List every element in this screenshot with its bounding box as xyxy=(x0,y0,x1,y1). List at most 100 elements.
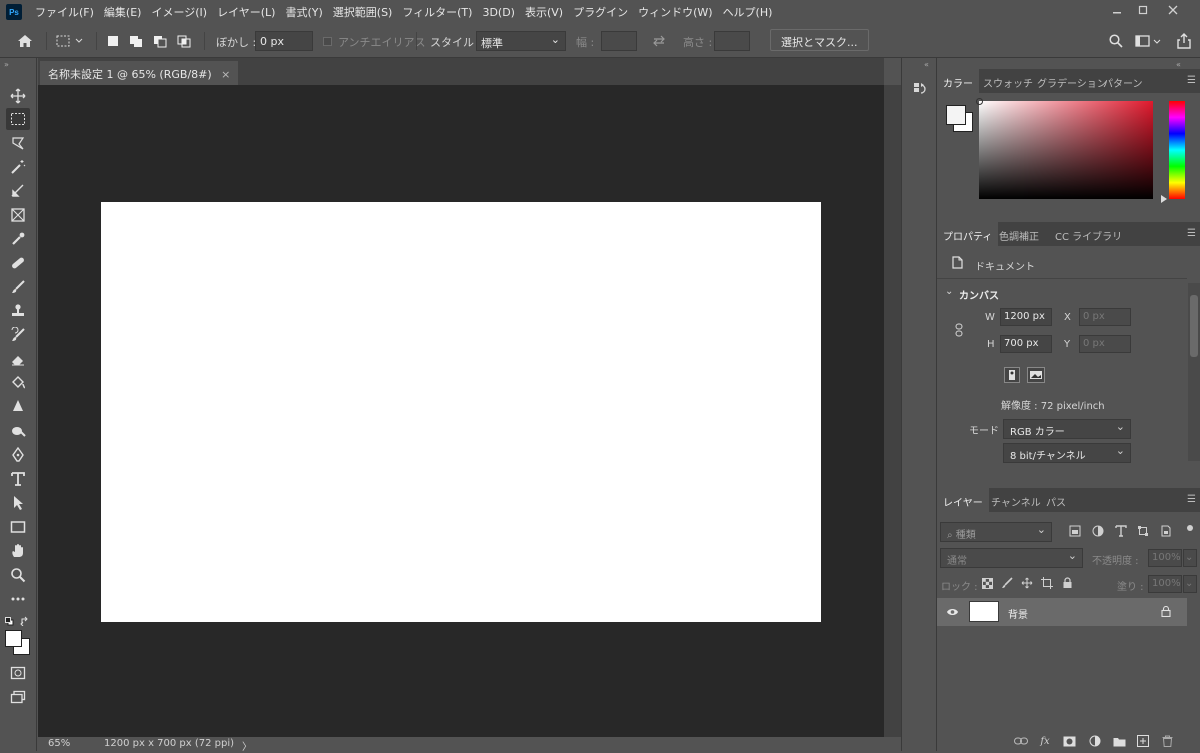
blend-mode-select[interactable]: 通常 xyxy=(940,548,1083,568)
crop-tool-icon[interactable] xyxy=(6,180,30,202)
antialias-checkbox[interactable] xyxy=(322,36,332,46)
canvas-section-header[interactable]: カンバス xyxy=(959,287,999,302)
menu-3d[interactable]: 3D(D) xyxy=(477,6,520,19)
menu-window[interactable]: ウィンドウ(W) xyxy=(633,4,717,20)
path-selection-tool-icon[interactable] xyxy=(6,492,30,514)
menu-type[interactable]: 書式(Y) xyxy=(280,4,327,20)
magic-wand-tool-icon[interactable] xyxy=(6,156,30,178)
lock-all-icon[interactable] xyxy=(1060,576,1074,590)
rectangle-tool-icon[interactable] xyxy=(6,516,30,538)
new-adjustment-layer-icon[interactable] xyxy=(1087,734,1103,748)
canvas-y-input[interactable]: 0 px xyxy=(1079,335,1131,353)
lock-artboard-icon[interactable] xyxy=(1040,576,1054,590)
filter-pixel-icon[interactable] xyxy=(1068,524,1082,538)
layer-effects-icon[interactable]: fx xyxy=(1037,734,1053,748)
search-icon[interactable] xyxy=(1108,33,1124,49)
minimize-icon[interactable] xyxy=(1104,0,1130,20)
lock-image-icon[interactable] xyxy=(1000,576,1014,590)
tab-swatches[interactable]: スウォッチ xyxy=(977,69,1039,93)
menu-edit[interactable]: 編集(E) xyxy=(99,4,147,20)
intersect-selection-icon[interactable] xyxy=(176,34,192,48)
workspace-icon[interactable] xyxy=(1134,33,1164,49)
brush-tool-icon[interactable] xyxy=(6,276,30,298)
lock-position-icon[interactable] xyxy=(1020,576,1034,590)
frame-tool-icon[interactable] xyxy=(6,204,30,226)
layers-panel-menu-icon[interactable]: ☰ xyxy=(1187,494,1196,505)
color-field[interactable] xyxy=(979,101,1153,199)
properties-panel-menu-icon[interactable]: ☰ xyxy=(1187,228,1196,239)
layer-filter-select[interactable]: ⌕ 種類 xyxy=(940,522,1052,542)
screen-mode-icon[interactable] xyxy=(6,686,30,708)
history-panel-icon[interactable] xyxy=(911,80,929,98)
filter-shape-icon[interactable] xyxy=(1136,524,1150,538)
bit-depth-select[interactable]: 8 bit/チャンネル xyxy=(1003,443,1131,463)
home-icon[interactable] xyxy=(16,33,34,49)
add-mask-icon[interactable] xyxy=(1061,734,1077,748)
link-layers-icon[interactable] xyxy=(1013,734,1029,748)
healing-brush-tool-icon[interactable] xyxy=(6,252,30,274)
opacity-dropdown-icon[interactable]: ⌄ xyxy=(1183,549,1197,567)
fill-input[interactable]: 100% xyxy=(1148,575,1182,593)
portrait-orientation-icon[interactable] xyxy=(1004,367,1020,383)
share-icon[interactable] xyxy=(1176,32,1192,50)
close-tab-icon[interactable]: × xyxy=(221,68,230,81)
swap-dimensions-icon[interactable] xyxy=(651,34,667,48)
tab-properties[interactable]: プロパティ xyxy=(937,222,999,246)
landscape-orientation-icon[interactable] xyxy=(1027,367,1045,383)
collapse-toolbar-icon[interactable]: » xyxy=(4,60,9,69)
new-group-icon[interactable] xyxy=(1111,734,1127,748)
width-input[interactable] xyxy=(601,31,637,51)
menu-plugins[interactable]: プラグイン xyxy=(568,4,633,20)
menu-image[interactable]: イメージ(I) xyxy=(146,4,212,20)
eraser-tool-icon[interactable] xyxy=(6,348,30,370)
visibility-eye-icon[interactable] xyxy=(945,606,959,618)
link-dimensions-icon[interactable] xyxy=(954,322,964,338)
blur-tool-icon[interactable] xyxy=(6,396,30,418)
collapse-dock-icon[interactable]: « xyxy=(924,60,929,69)
select-and-mask-button[interactable]: 選択とマスク... xyxy=(770,29,869,51)
tab-color[interactable]: カラー xyxy=(937,69,979,93)
tab-adjustments[interactable]: 色調補正 xyxy=(993,222,1045,246)
hue-slider[interactable] xyxy=(1169,101,1185,199)
zoom-tool-icon[interactable] xyxy=(6,564,30,586)
collapse-panels-icon[interactable]: « xyxy=(1176,60,1181,69)
color-mode-select[interactable]: RGB カラー xyxy=(1003,419,1131,439)
layer-row[interactable]: 背景 xyxy=(937,598,1187,626)
properties-scrollbar-thumb[interactable] xyxy=(1190,295,1198,357)
panel-foreground-swatch[interactable] xyxy=(946,105,966,125)
tab-paths[interactable]: パス xyxy=(1040,488,1072,512)
document-tab[interactable]: 名称未設定 1 @ 65% (RGB/8#) × xyxy=(40,61,239,85)
menu-help[interactable]: ヘルプ(H) xyxy=(718,4,778,20)
swap-colors-icon[interactable] xyxy=(20,616,30,626)
tab-channels[interactable]: チャンネル xyxy=(985,488,1047,512)
zoom-level[interactable]: 65% xyxy=(48,738,70,749)
hand-tool-icon[interactable] xyxy=(6,540,30,562)
color-panel-menu-icon[interactable]: ☰ xyxy=(1187,75,1196,86)
paint-bucket-tool-icon[interactable] xyxy=(6,372,30,394)
hue-slider-marker-icon[interactable] xyxy=(1161,195,1167,203)
opacity-input[interactable]: 100% xyxy=(1148,549,1182,567)
tab-layers[interactable]: レイヤー xyxy=(937,488,989,512)
filter-adjustment-icon[interactable] xyxy=(1091,524,1105,538)
maximize-icon[interactable] xyxy=(1130,0,1156,20)
move-tool-icon[interactable] xyxy=(6,85,30,107)
lasso-tool-icon[interactable] xyxy=(6,132,30,154)
color-picker-marker-icon[interactable] xyxy=(976,98,983,105)
filter-smart-object-icon[interactable] xyxy=(1159,524,1173,538)
history-brush-tool-icon[interactable] xyxy=(6,324,30,346)
type-tool-icon[interactable] xyxy=(6,468,30,490)
new-selection-icon[interactable] xyxy=(106,34,120,48)
clone-stamp-tool-icon[interactable] xyxy=(6,300,30,322)
quick-mask-icon[interactable] xyxy=(6,662,30,684)
height-input[interactable] xyxy=(714,31,750,51)
pen-tool-icon[interactable] xyxy=(6,444,30,466)
menu-view[interactable]: 表示(V) xyxy=(520,4,568,20)
default-colors-icon[interactable] xyxy=(4,616,14,626)
fill-dropdown-icon[interactable]: ⌄ xyxy=(1183,575,1197,593)
canvas-x-input[interactable]: 0 px xyxy=(1079,308,1131,326)
document-canvas[interactable] xyxy=(101,202,821,622)
menu-select[interactable]: 選択範囲(S) xyxy=(328,4,398,20)
feather-input[interactable]: 0 px xyxy=(255,31,313,51)
menu-file[interactable]: ファイル(F) xyxy=(30,4,99,20)
menu-filter[interactable]: フィルター(T) xyxy=(397,4,477,20)
